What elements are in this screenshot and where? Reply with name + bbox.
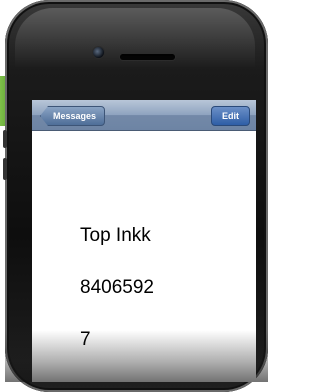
edit-button[interactable]: Edit [211, 106, 250, 126]
mute-switch [3, 130, 7, 148]
message-line-2: 8406592 [80, 277, 154, 298]
bottom-shadow-fade [5, 330, 268, 382]
messages-back-button[interactable]: Messages [40, 106, 106, 126]
front-camera-icon [93, 47, 104, 58]
message-line-1: Top Inkk [80, 225, 151, 246]
navigation-bar: Messages Edit [32, 100, 256, 131]
earpiece-speaker [120, 54, 175, 60]
volume-up-button [3, 158, 7, 180]
